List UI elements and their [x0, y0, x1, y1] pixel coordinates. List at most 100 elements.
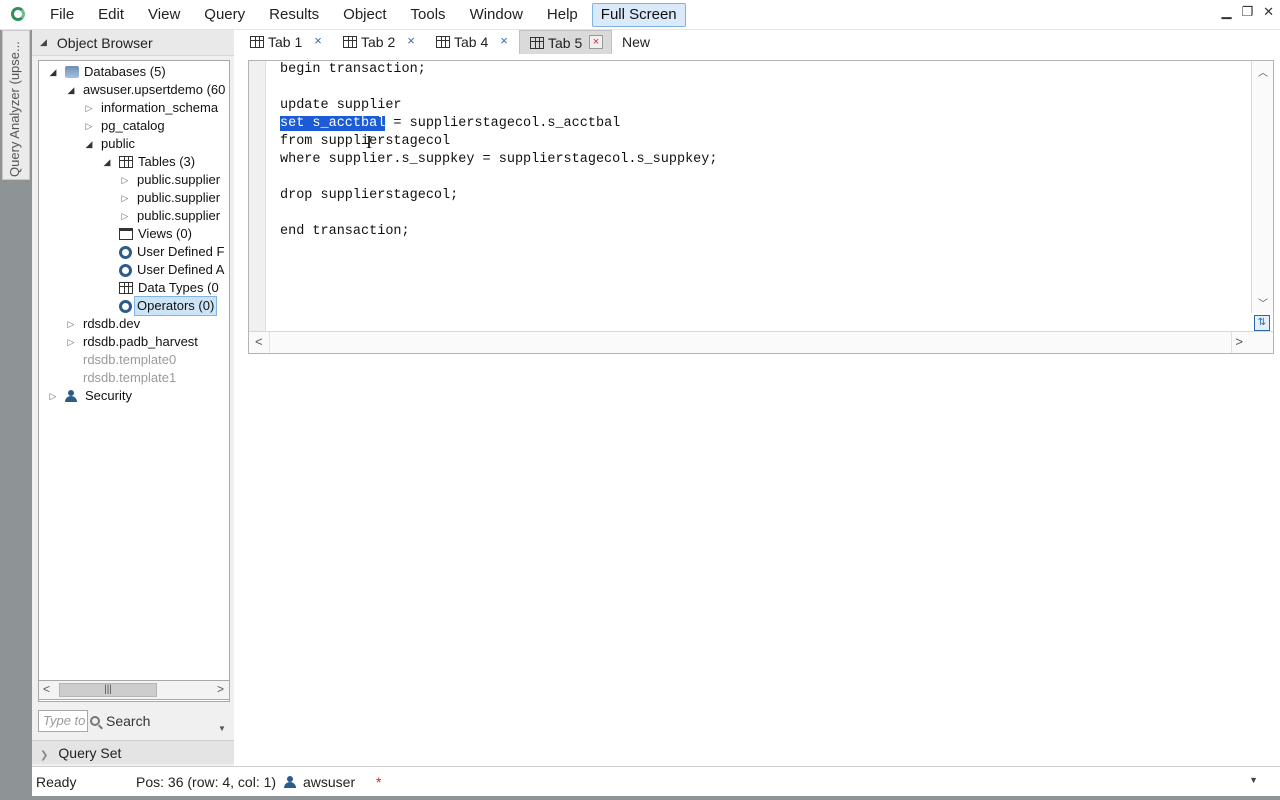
window-controls: ▁ ❐ ✕	[1221, 4, 1274, 20]
tree-item-label: Security	[85, 388, 132, 403]
tree-item[interactable]: Operators (0)	[101, 296, 218, 316]
cursor-position: Pos: 36 (row: 4, col: 1)	[136, 773, 277, 790]
tree-item-label: public.supplier	[137, 208, 221, 223]
tab-label: Tab 2	[361, 34, 396, 50]
tree-item-label: User Defined F	[137, 244, 225, 259]
close-tab-icon[interactable]: ×	[589, 35, 603, 49]
menu-results[interactable]: Results	[257, 0, 331, 30]
scroll-up-icon[interactable]: ︿	[1258, 64, 1268, 79]
scroll-right-icon[interactable]: >	[217, 682, 224, 696]
tree-item[interactable]: ◢ Tables (3)	[101, 153, 196, 171]
table-icon	[530, 36, 544, 49]
menu-query[interactable]: Query	[192, 0, 257, 30]
search-icon	[90, 716, 100, 726]
tree-item[interactable]: Data Types (0	[101, 279, 219, 297]
code-line: where supplier.s_suppkey = supplierstage…	[280, 152, 718, 167]
tree-item[interactable]: ◢ public	[83, 135, 135, 153]
menu-window[interactable]: Window	[458, 0, 535, 30]
collapsed-arrow-icon[interactable]: ▷	[65, 315, 77, 333]
full-screen-button[interactable]: Full Screen	[591, 2, 686, 27]
modified-indicator: *	[376, 773, 382, 790]
tree-item[interactable]: ▷ rdsdb.dev	[65, 315, 141, 333]
menu-tools[interactable]: Tools	[399, 0, 458, 30]
editor-horizontal-scrollbar[interactable]: < >	[249, 331, 1273, 353]
scroll-down-icon[interactable]: ﹀	[1258, 295, 1268, 310]
menu-view[interactable]: View	[136, 0, 192, 30]
editor-gutter	[249, 61, 266, 333]
scroll-left-icon[interactable]: <	[255, 334, 263, 349]
tree-item[interactable]: ▷ Security	[47, 387, 132, 405]
tree-item[interactable]: ▷ public.supplier	[119, 189, 221, 207]
collapsed-arrow-icon[interactable]: ▷	[83, 99, 95, 117]
collapsed-arrow-icon[interactable]: ▷	[83, 117, 95, 135]
scroll-right-icon[interactable]: >	[1235, 334, 1243, 349]
collapsed-arrow-icon[interactable]: ▷	[119, 207, 131, 225]
tree-item[interactable]: ▷ public.supplier	[119, 207, 221, 225]
tree-item[interactable]: ▷ rdsdb.padb_harvest	[65, 333, 198, 351]
scroll-track[interactable]	[269, 332, 1232, 353]
code-line: begin transaction;	[280, 62, 426, 77]
close-tab-icon[interactable]: ×	[404, 34, 418, 48]
tab-5[interactable]: Tab 5 ×	[519, 30, 612, 54]
tree-item[interactable]: ◢ awsuser.upsertdemo (60	[65, 81, 226, 99]
filter-input[interactable]: Type to	[38, 710, 88, 732]
close-tab-icon[interactable]: ×	[497, 34, 511, 48]
tree-item[interactable]: User Defined F	[101, 243, 224, 261]
sql-editor[interactable]: begin transaction; update supplier set s_a…	[248, 60, 1274, 354]
tree-item[interactable]: ◢ Databases (5)	[47, 63, 166, 81]
left-dock-strip: Query Analyzer (upse...	[0, 30, 32, 800]
tree-item[interactable]: rdsdb.template1	[65, 369, 176, 387]
close-icon[interactable]: ✕	[1263, 4, 1274, 20]
code-line: update supplier	[280, 98, 402, 113]
scroll-thumb[interactable]: |||	[59, 683, 157, 697]
collapsed-arrow-icon[interactable]: ▷	[65, 333, 77, 351]
collapsed-arrow-icon[interactable]: ▷	[119, 171, 131, 189]
search-options-dropdown-icon[interactable]: ▼	[218, 724, 226, 733]
new-tab-button[interactable]: New	[612, 30, 650, 54]
tree-item[interactable]: User Defined A	[101, 261, 224, 279]
tree-item[interactable]: rdsdb.template0	[65, 351, 176, 369]
object-browser-header: ◢ Object Browser	[32, 30, 234, 56]
tree-item-label: Views (0)	[138, 226, 192, 241]
gear-icon	[119, 263, 132, 277]
query-set-panel[interactable]: ❯ Query Set	[32, 740, 234, 764]
search-button[interactable]: Search	[90, 710, 220, 732]
collapsed-arrow-icon[interactable]: ▷	[119, 189, 131, 207]
tree-item[interactable]: ▷ public.supplier	[119, 171, 221, 189]
tree-item[interactable]: ▷ information_schema	[83, 99, 219, 117]
expanded-arrow-icon[interactable]: ◢	[47, 63, 59, 81]
menu-object[interactable]: Object	[331, 0, 398, 30]
object-browser-panel: ◢ Object Browser ◢ Databases (5) ◢ awsuser.…	[32, 30, 234, 766]
expanded-arrow-icon[interactable]: ◢	[83, 135, 95, 153]
tree-item-label: rdsdb.template0	[83, 352, 177, 367]
expanded-arrow-icon[interactable]: ◢	[101, 153, 113, 171]
menu-help[interactable]: Help	[535, 0, 590, 30]
split-view-icon[interactable]: ⇅	[1254, 315, 1270, 331]
collapse-triangle-icon[interactable]: ◢	[40, 37, 47, 48]
minimize-icon[interactable]: ▁	[1221, 4, 1231, 20]
tree-item-label: Data Types (0	[138, 280, 219, 295]
query-analyzer-side-tab[interactable]: Query Analyzer (upse...	[2, 30, 30, 180]
menu-file[interactable]: File	[38, 0, 86, 30]
tree-horizontal-scrollbar[interactable]: < ||| >	[38, 680, 230, 700]
editor-vertical-scrollbar[interactable]: ︿ ﹀	[1251, 61, 1273, 313]
code-area[interactable]: begin transaction; update supplier set s_a…	[280, 61, 1250, 333]
collapsed-arrow-icon[interactable]: ▷	[47, 387, 59, 405]
code-line: from supplierstagecol	[280, 134, 451, 149]
app-logo-icon	[10, 6, 28, 24]
menu-edit[interactable]: Edit	[86, 0, 136, 30]
restore-icon[interactable]: ❐	[1241, 4, 1253, 20]
tree-item-label: public	[101, 136, 135, 151]
menu-bar: File Edit View Query Results Object Tool…	[0, 0, 1280, 30]
tab-label: Tab 4	[454, 34, 489, 50]
close-tab-icon[interactable]: ×	[311, 34, 325, 48]
search-label: Search	[106, 713, 151, 729]
expanded-arrow-icon[interactable]: ◢	[65, 81, 77, 99]
tree-item[interactable]: ▷ pg_catalog	[83, 117, 165, 135]
tree-item[interactable]: Views (0)	[101, 225, 192, 243]
tab-1[interactable]: Tab 1 ×	[240, 30, 333, 54]
tab-4[interactable]: Tab 4 ×	[426, 30, 519, 54]
status-dropdown-icon[interactable]: ▼	[1249, 775, 1258, 785]
scroll-left-icon[interactable]: <	[43, 682, 50, 696]
tab-2[interactable]: Tab 2 ×	[333, 30, 426, 54]
